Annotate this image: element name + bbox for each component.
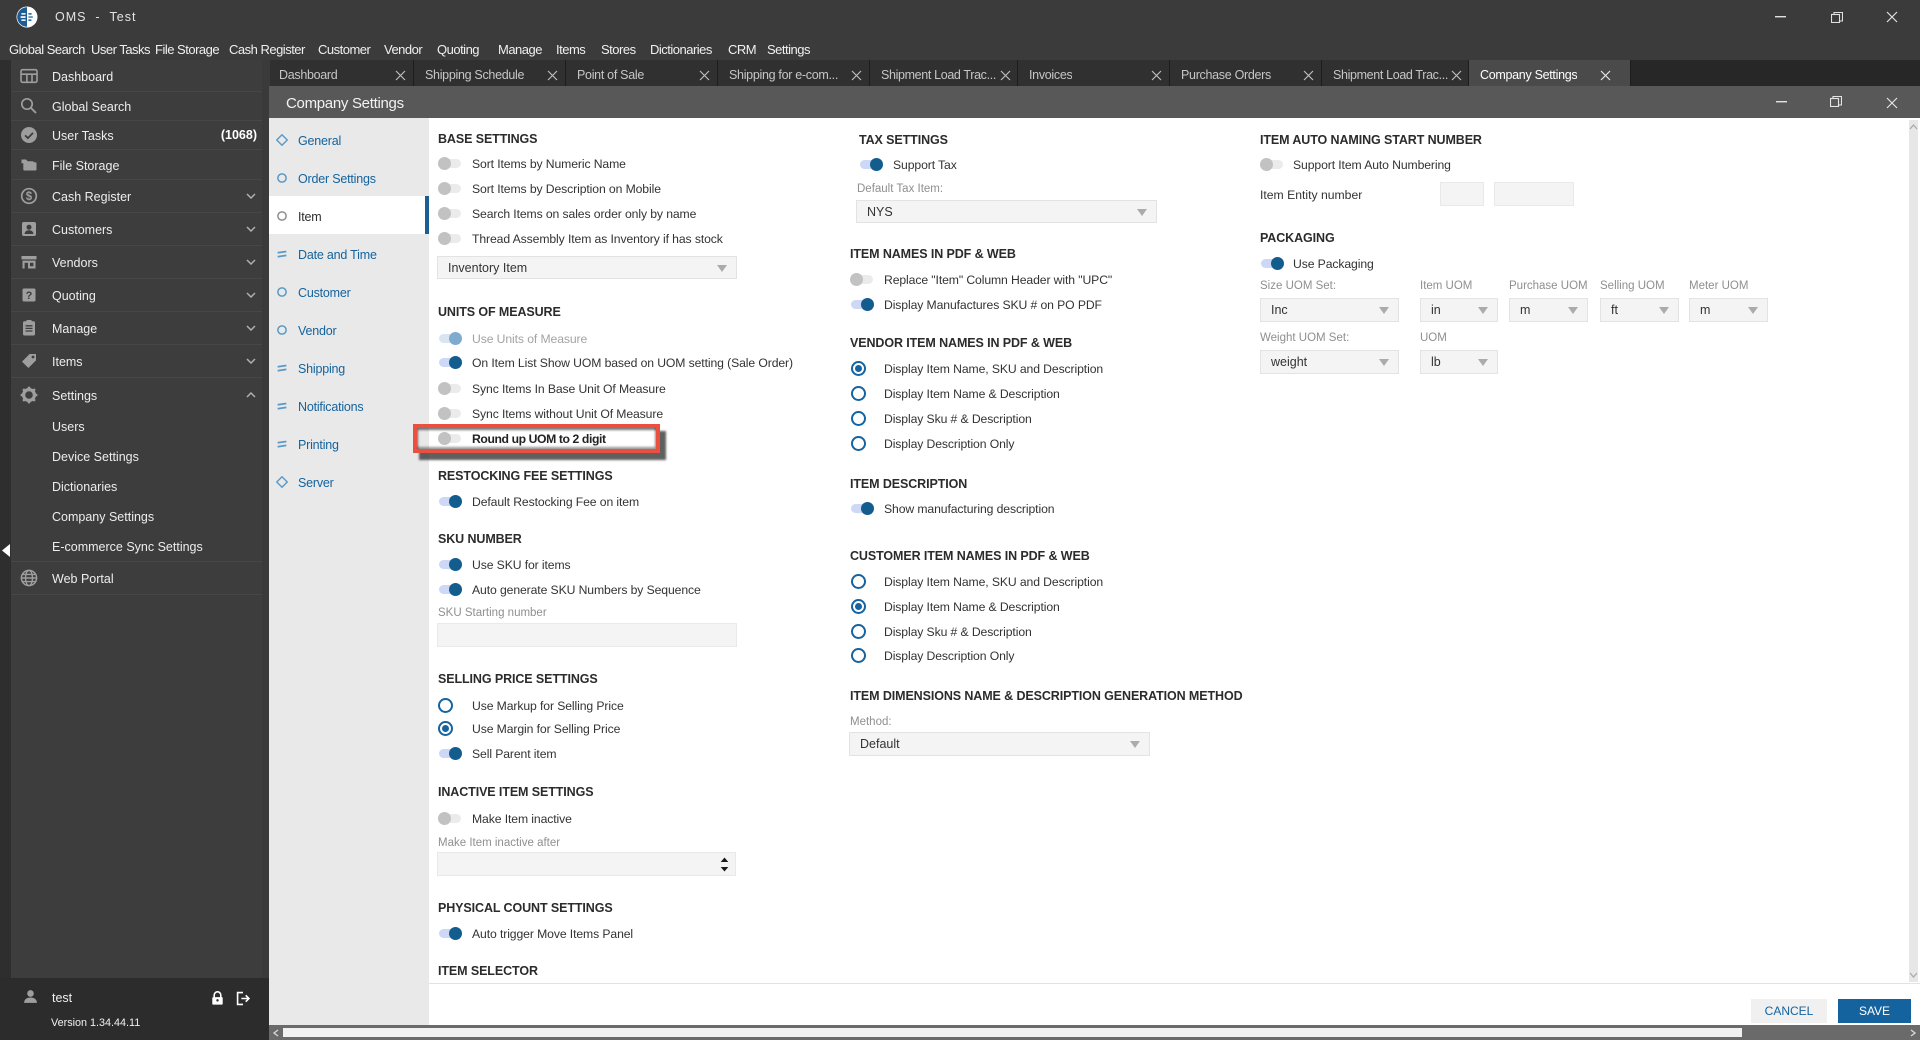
svg-text:?: ?: [26, 290, 33, 302]
svg-text:$: $: [26, 191, 33, 203]
